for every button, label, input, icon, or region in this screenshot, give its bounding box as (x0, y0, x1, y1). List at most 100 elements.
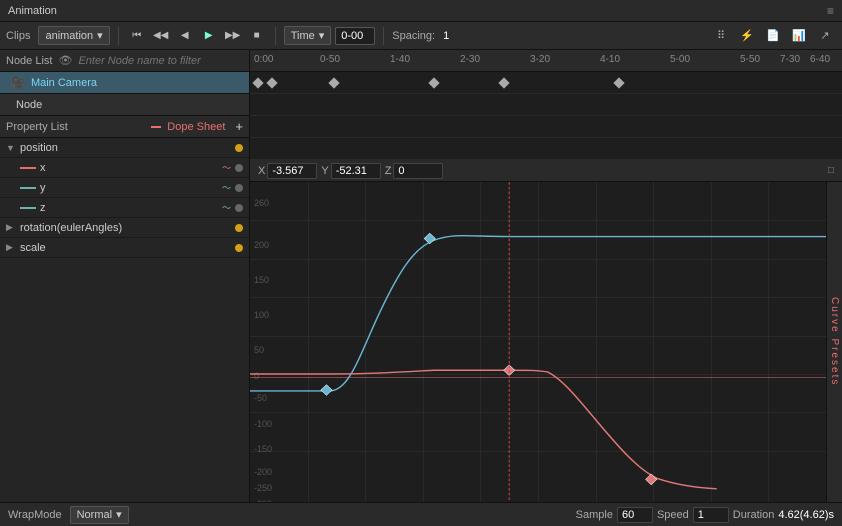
curve-canvas[interactable]: 260 200 150 100 50 0 -50 -100 -150 -200 … (250, 182, 826, 502)
speed-input[interactable] (693, 507, 729, 523)
z-coord-label: Z (385, 165, 392, 177)
y-coord-input[interactable] (331, 163, 381, 179)
sample-input[interactable] (617, 507, 653, 523)
rotation-expand-icon: ▶ (6, 222, 20, 233)
scale-label: scale (20, 242, 235, 254)
step-forward-button[interactable]: ▶▶ (223, 26, 243, 46)
scale-expand-icon: ▶ (6, 242, 20, 253)
timeline-tracks (250, 72, 842, 160)
stop-button[interactable]: ■ (247, 26, 267, 46)
y-label: y (40, 182, 222, 194)
time-field[interactable] (335, 27, 375, 45)
toolbar-sep-3 (383, 27, 384, 45)
x-prop[interactable]: x 〜 (0, 158, 249, 178)
x-curve (250, 370, 717, 489)
diamond-3 (428, 77, 439, 88)
wrapmode-dropdown[interactable]: Normal ▾ (70, 506, 129, 524)
curve-svg (250, 182, 826, 502)
toolbar-sep-1 (118, 27, 119, 45)
diamond-1 (266, 77, 277, 88)
time-marker-4: 3-20 (530, 54, 550, 65)
node-filter-input[interactable] (78, 55, 243, 67)
clips-arrow-icon: ▾ (97, 29, 103, 42)
main-camera-item[interactable]: 🎥 Main Camera (0, 72, 249, 94)
duration-label: Duration (733, 509, 775, 521)
duration-value: 4.62(4.62)s (778, 509, 834, 521)
z-prop[interactable]: z 〜 (0, 198, 249, 218)
spacing-label: Spacing: (392, 30, 435, 42)
time-label: Time (291, 30, 315, 42)
y-curve-icon: 〜 (222, 181, 231, 194)
time-dropdown[interactable]: Time ▾ (284, 26, 332, 45)
time-arrow-icon: ▾ (319, 29, 325, 42)
scale-prop[interactable]: ▶ scale (0, 238, 249, 258)
step-back-button[interactable]: ◀◀ (151, 26, 171, 46)
sample-label: Sample (576, 509, 613, 521)
menu-icon[interactable]: ≡ (827, 4, 834, 18)
node-sub-label: Node (16, 99, 42, 111)
main-camera-track (250, 72, 842, 94)
right-panel: 0:00 0-50 1-40 2-30 3-20 4-10 5-00 5-50 … (250, 50, 842, 502)
time-marker-6: 5-00 (670, 54, 690, 65)
main-content: Node List 👁 🎥 Main Camera Node Property … (0, 50, 842, 502)
y-dot (235, 184, 243, 192)
time-marker-0: 0:00 (254, 54, 273, 65)
chart-icon-button[interactable]: 📊 (788, 26, 810, 46)
z-color-line (20, 207, 36, 209)
time-marker-8: 6-40 (810, 54, 830, 65)
position-dot (235, 144, 243, 152)
add-property-button[interactable]: + (235, 119, 243, 134)
y-curve (250, 236, 826, 391)
z-coord-input[interactable] (393, 163, 443, 179)
coord-expand-icon[interactable]: □ (828, 165, 834, 176)
play-forward-button[interactable]: ▶ (199, 26, 219, 46)
rotation-prop[interactable]: ▶ rotation(eulerAngles) (0, 218, 249, 238)
y-color-line (20, 187, 36, 189)
curve-presets-panel[interactable]: Curve Presets (826, 182, 842, 502)
curve-canvas-row: 260 200 150 100 50 0 -50 -100 -150 -200 … (250, 182, 842, 502)
camera-icon: 🎥 (10, 76, 25, 90)
blue-keyframe-1[interactable] (321, 385, 332, 396)
x-label: x (40, 162, 222, 174)
x-coord-input[interactable] (267, 163, 317, 179)
node-sub-item[interactable]: Node (0, 94, 249, 116)
curve-editor: X Y Z □ (250, 160, 842, 502)
position-prop[interactable]: ▼ position (0, 138, 249, 158)
wrapmode-label: WrapMode (8, 509, 62, 521)
time-marker-7: 5-50 (740, 54, 760, 65)
x-coord-field: X (258, 163, 317, 179)
time-marker-3: 2-30 (460, 54, 480, 65)
y-coord-field: Y (321, 163, 380, 179)
diamond-0 (252, 77, 263, 88)
grid-icon-button[interactable]: ⠿ (710, 26, 732, 46)
y-prop[interactable]: y 〜 (0, 178, 249, 198)
clips-value: animation (45, 30, 93, 42)
blue-keyframe-2[interactable] (424, 233, 435, 244)
skip-back-button[interactable]: ⏮ (127, 26, 147, 46)
flash-icon-button[interactable]: ⚡ (736, 26, 758, 46)
red-keyframe-2[interactable] (646, 474, 657, 485)
time-marker-9: 7-30 (780, 54, 800, 65)
time-ruler: 0:00 0-50 1-40 2-30 3-20 4-10 5-00 5-50 … (250, 50, 842, 72)
prop-list-label: Property List (6, 121, 68, 133)
clips-dropdown[interactable]: animation ▾ (38, 26, 109, 45)
doc-icon-button[interactable]: 📄 (762, 26, 784, 46)
play-back-button[interactable]: ◀ (175, 26, 195, 46)
y-coord-label: Y (321, 165, 328, 177)
prop-list-track (250, 116, 842, 138)
node-list-label: Node List (6, 55, 52, 67)
rotation-dot (235, 224, 243, 232)
spacing-value: 1 (443, 30, 449, 42)
eye-icon: 👁 (58, 54, 72, 67)
z-curve-icon: 〜 (222, 201, 231, 214)
toolbar: Clips animation ▾ ⏮ ◀◀ ◀ ▶ ▶▶ ■ Time ▾ S… (0, 22, 842, 50)
x-curve-icon: 〜 (222, 161, 231, 174)
title-label: Animation (8, 5, 57, 17)
position-expand-icon: ▼ (6, 143, 20, 153)
export-icon-button[interactable]: ↗ (814, 26, 836, 46)
x-coord-label: X (258, 165, 265, 177)
status-bar: WrapMode Normal ▾ Sample Speed Duration … (0, 502, 842, 526)
curve-presets-label: Curve Presets (829, 297, 840, 386)
z-coord-field: Z (385, 163, 444, 179)
wrapmode-arrow: ▾ (116, 508, 122, 521)
